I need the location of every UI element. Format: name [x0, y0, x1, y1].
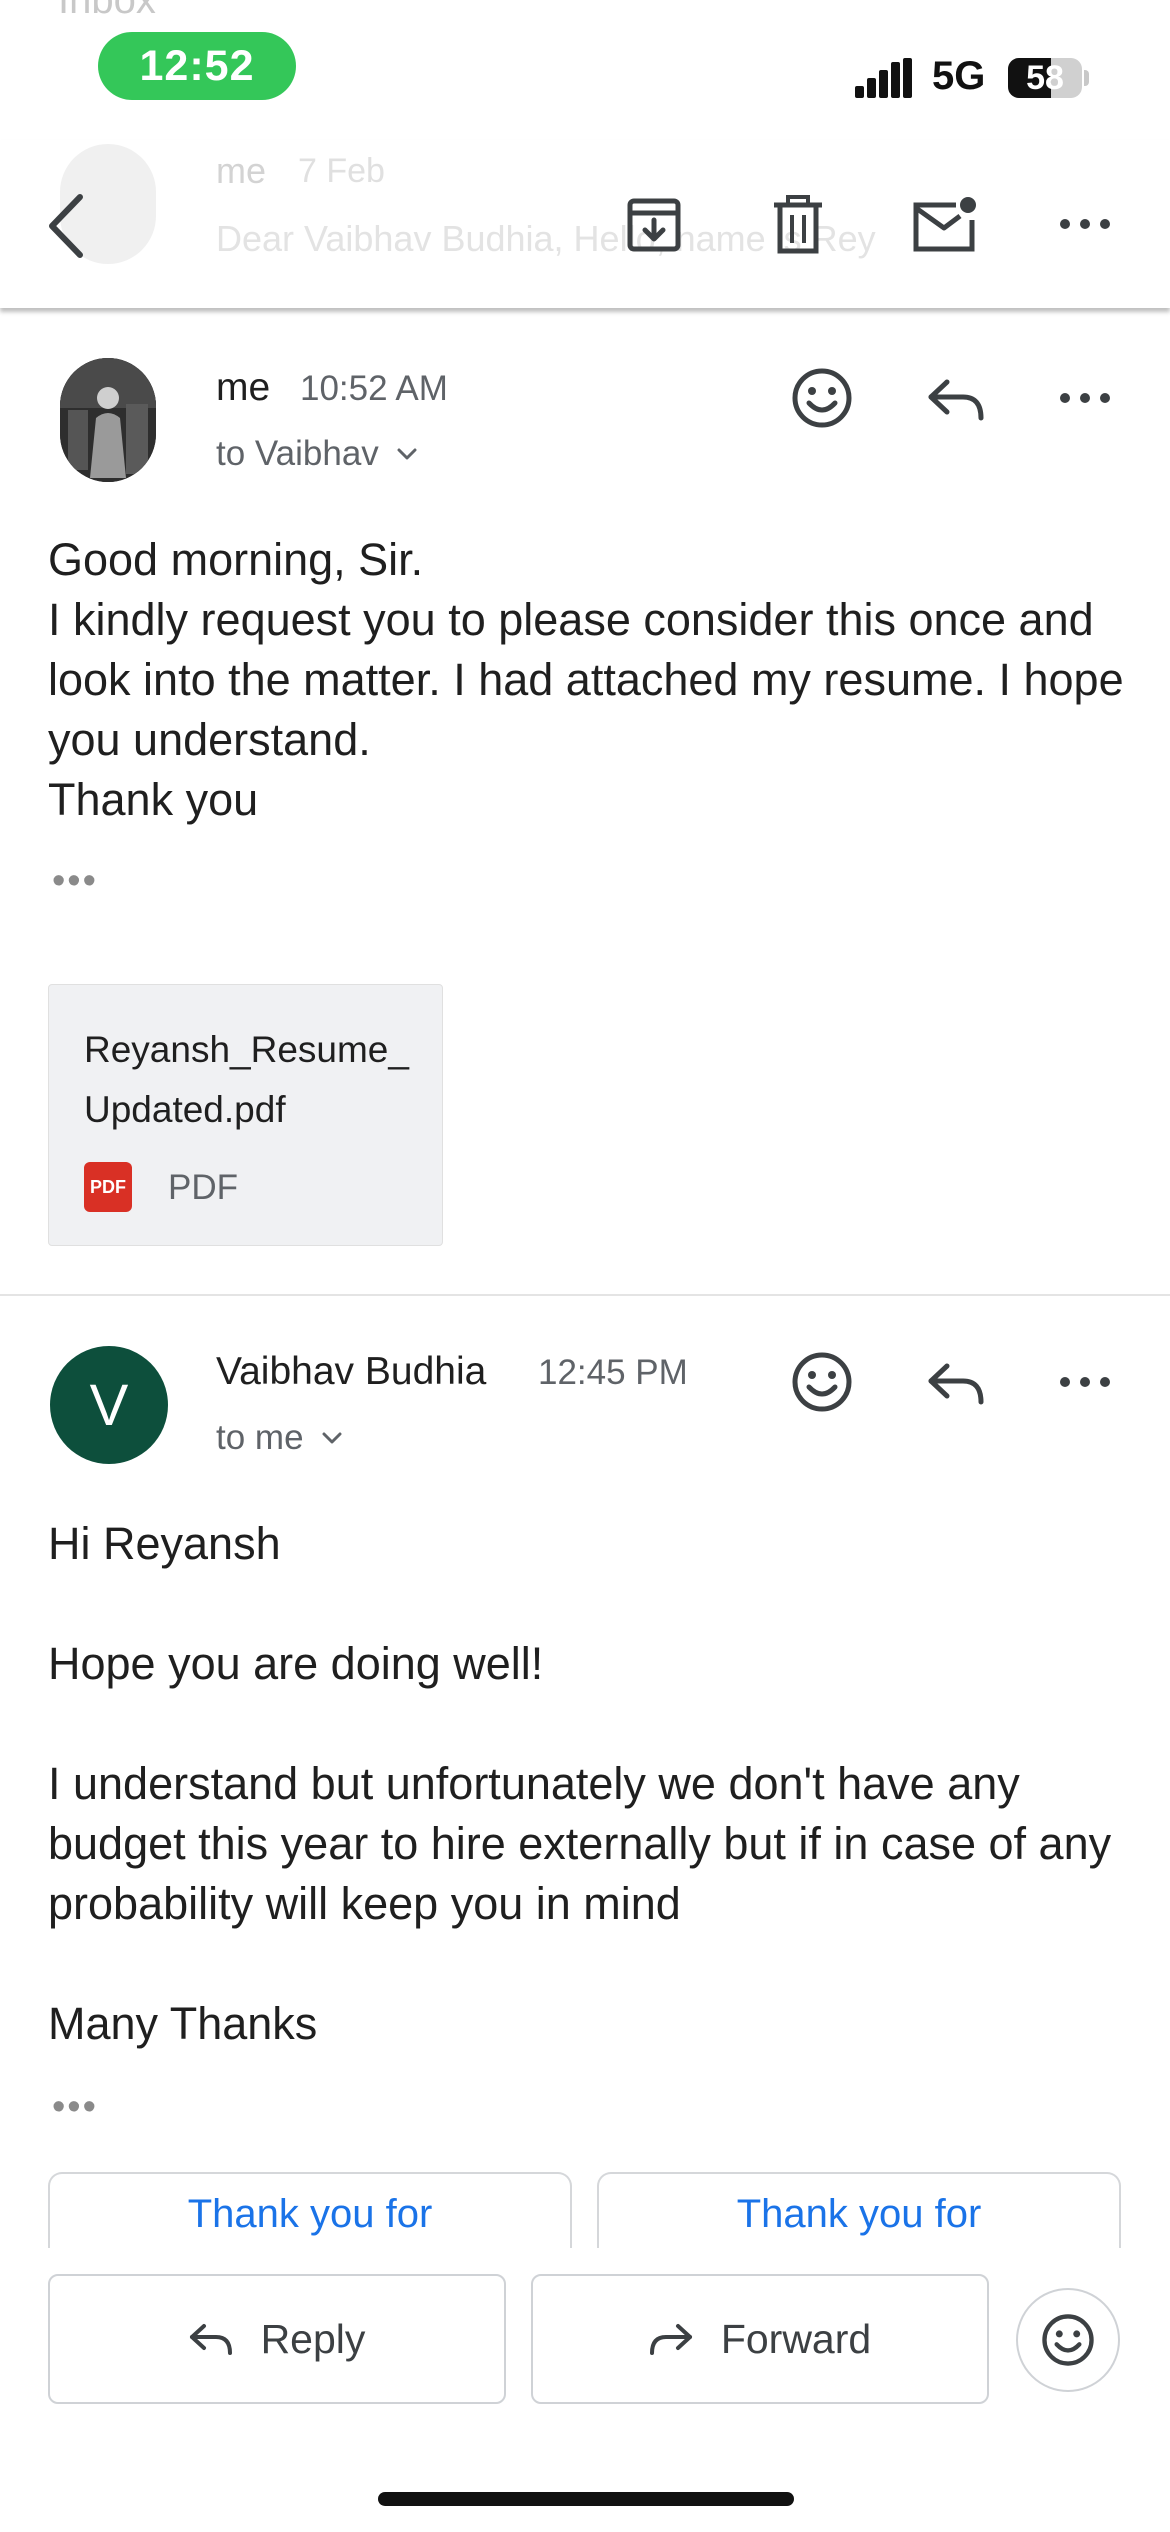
recipients-toggle[interactable]: to Vaibhav [216, 434, 417, 474]
chevron-left-icon [49, 194, 83, 258]
delete-button[interactable] [758, 188, 838, 262]
emoji-icon [792, 1352, 852, 1412]
trash-icon [774, 195, 822, 254]
emoji-reaction-button[interactable] [1016, 2288, 1120, 2392]
forward-button[interactable]: Forward [531, 2274, 989, 2404]
message-body: Hi Reyansh Hope you are doing well! I un… [48, 1514, 1128, 2054]
show-trimmed-content[interactable]: ••• [52, 2086, 98, 2129]
back-button[interactable] [36, 186, 96, 266]
reply-icon [928, 379, 984, 421]
recipients-toggle[interactable]: to me [216, 1418, 342, 1458]
show-trimmed-content[interactable]: ••• [52, 860, 98, 903]
emoji-icon [1042, 2314, 1094, 2366]
message-sender: me [216, 366, 271, 409]
chevron-down-icon [397, 448, 417, 460]
react-emoji-button[interactable] [784, 1344, 860, 1420]
body-line: I understand but unfortunately we don't … [48, 1758, 1112, 1929]
pdf-icon: PDF [84, 1162, 132, 1212]
status-bar: Inbox 12:52 5G 58 [0, 0, 1170, 140]
reply-icon [189, 2324, 232, 2355]
body-line: Hope you are doing well! [48, 1638, 544, 1689]
body-line: Hi Reyansh [48, 1518, 281, 1569]
reply-label: Reply [260, 2315, 366, 2362]
more-horizontal-icon [1060, 219, 1110, 229]
recipients-line: to me [216, 1418, 304, 1457]
archive-icon [627, 198, 681, 252]
reply-icon [928, 1363, 984, 1405]
avatar[interactable] [60, 358, 156, 482]
more-options-button[interactable] [1050, 196, 1120, 252]
attachment-type: PDF [168, 1168, 238, 1207]
message-more-button[interactable] [1050, 370, 1120, 426]
archive-button[interactable] [614, 190, 694, 260]
message-body: Good morning, Sir. I kindly request you … [48, 530, 1128, 830]
message-more-button[interactable] [1050, 1354, 1120, 1410]
message-time: 10:52 AM [300, 369, 448, 408]
forward-icon [649, 2324, 692, 2355]
more-horizontal-icon [1060, 1377, 1110, 1387]
ghost-sender: me [216, 150, 267, 191]
reply-icon-button[interactable] [916, 364, 996, 434]
profile-photo [60, 358, 156, 482]
body-line: Many Thanks [48, 1998, 318, 2049]
ghost-date: 7 Feb [298, 152, 385, 190]
smart-reply-chip[interactable]: Thank you for [48, 2172, 572, 2248]
battery-nub [1084, 70, 1089, 86]
battery-icon: 58 [1008, 58, 1082, 98]
reply-button[interactable]: Reply [48, 2274, 506, 2404]
chevron-down-icon [322, 1432, 342, 1444]
recipients-line: to Vaibhav [216, 434, 379, 473]
body-line: Thank you [48, 774, 259, 825]
mail-unread-icon [913, 197, 976, 252]
body-line: I kindly request you to please consider … [48, 594, 1124, 765]
react-emoji-button[interactable] [784, 360, 860, 436]
signal-strength-icon [855, 58, 915, 98]
avatar[interactable]: V [50, 1346, 168, 1464]
mark-unread-button[interactable] [900, 188, 990, 262]
message-sender: Vaibhav Budhia [216, 1350, 487, 1393]
home-indicator[interactable] [378, 2492, 794, 2506]
ghost-folder-label: Inbox [58, 0, 156, 22]
reply-icon-button[interactable] [916, 1348, 996, 1418]
status-time: 12:52 [98, 32, 296, 100]
forward-label: Forward [720, 2315, 872, 2362]
body-line: Good morning, Sir. [48, 534, 424, 585]
network-type: 5G [932, 54, 986, 98]
message-divider [0, 1294, 1170, 1296]
attachment-filename: Reyansh_Resume_Updated.pdf [84, 1029, 409, 1130]
emoji-icon [792, 368, 852, 428]
more-horizontal-icon [1060, 393, 1110, 403]
message-time: 12:45 PM [538, 1353, 688, 1392]
smart-reply-chip[interactable]: Thank you for [597, 2172, 1121, 2248]
battery-level: 58 [1026, 59, 1064, 97]
